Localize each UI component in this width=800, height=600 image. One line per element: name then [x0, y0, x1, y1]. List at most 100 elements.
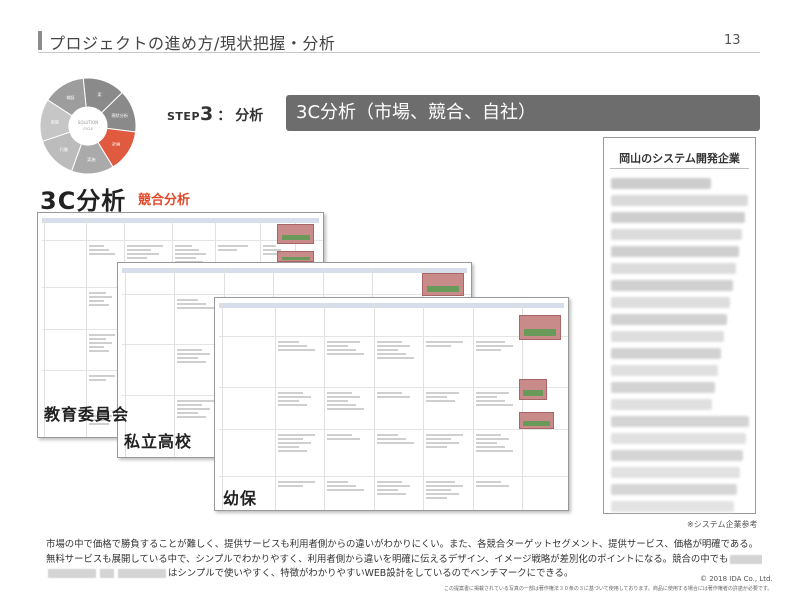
sheet-text-line [426, 485, 463, 487]
header-divider [38, 52, 760, 53]
sheet-text-line [377, 489, 398, 491]
sheet-text-line [476, 438, 509, 440]
redacted-company-entry [611, 314, 727, 325]
sheet-text-line [278, 485, 303, 487]
sheet-text-line [218, 249, 237, 251]
sheet-text-line [426, 497, 447, 499]
sheet-text-line [177, 357, 198, 359]
redacted-company-entry [611, 416, 749, 427]
sheet-text-line [327, 489, 364, 491]
sheet-text-line [377, 341, 402, 343]
sheet-text-line [218, 245, 248, 247]
sheet-text-line [175, 245, 192, 247]
sheet-text-line [278, 392, 303, 394]
step-number: 3 [200, 103, 214, 125]
sheet-text-line [89, 375, 115, 377]
sheet-header-band [219, 303, 564, 308]
sheet-text-line [476, 404, 513, 406]
sheet-text-line [377, 442, 414, 444]
redacted-company-name [100, 569, 114, 578]
sheet-text-line [377, 349, 398, 351]
sheet-label-kindergarten: 幼保 [223, 489, 258, 508]
sheet-text-line [89, 379, 106, 381]
sheet-text-line [89, 334, 115, 336]
sheet-text-line [278, 446, 299, 448]
company-list-title: 岡山のシステム開発企業 [619, 152, 740, 165]
sheet-grid-line [222, 303, 223, 510]
redacted-company-entry [611, 178, 711, 189]
summary-line-1: 市場の中で価格で勝負することが難しく、提供サービスも利用者側からの違いがわかりに… [46, 539, 759, 550]
cycle-segment-label: 現状分析 [111, 112, 128, 119]
redacted-company-entry [611, 433, 746, 444]
redacted-company-entry [611, 467, 740, 478]
sheet-thumbnail-kindergarten [214, 297, 569, 511]
sheet-text-line [426, 341, 463, 343]
sheet-text-line [177, 349, 202, 351]
step-label: STEP3：分析 [167, 103, 263, 125]
company-list-divider [610, 168, 749, 169]
sheet-text-line [377, 392, 402, 394]
redacted-company-entry [611, 263, 736, 274]
step-colon: ： [217, 108, 232, 124]
sheet-text-line [426, 489, 451, 491]
sheet-text-line [177, 361, 206, 363]
sheet-text-line [127, 245, 163, 247]
sheet-text-line [426, 345, 451, 347]
sheet-text-line [476, 392, 509, 394]
sheet-text-line [89, 342, 112, 344]
cycle-center-line2: CYCLE [83, 127, 93, 131]
step-prefix: STEP [167, 110, 201, 123]
sheet-text-line [327, 408, 364, 410]
sheet-text-line [327, 481, 348, 483]
sheet-text-line [426, 400, 455, 402]
reference-note: ※システム企業参考 [687, 520, 758, 529]
sheet-text-line [377, 345, 410, 347]
sheet-photo-thumbnail [277, 224, 314, 244]
sheet-text-line [426, 446, 447, 448]
sheet-text-line [476, 481, 501, 483]
sheet-grid-line [122, 294, 471, 295]
sheet-text-line [426, 438, 451, 440]
sheet-text-line [377, 438, 406, 440]
redacted-company-entry [611, 501, 734, 512]
redacted-company-entry [611, 348, 721, 359]
sheet-grid-line [219, 336, 568, 337]
sheet-text-line [127, 257, 147, 259]
redacted-company-entry [611, 246, 739, 257]
sheet-photo-thumbnail [519, 379, 547, 400]
sheet-text-line [177, 408, 210, 410]
sheet-text-line [476, 341, 505, 343]
section-banner: 3C分析（市場、競合、自社） [286, 95, 760, 131]
solution-cycle-diagram: 実現状分析計画実施 行動 実装 検証 SOLUTION CYCLE [39, 77, 137, 175]
redacted-company-entry [611, 399, 712, 410]
sheet-grid-line [423, 303, 424, 510]
cycle-segment-label: 実 [97, 91, 101, 98]
sheet-grid-line [374, 303, 375, 510]
sheet-text-line [377, 357, 414, 359]
redacted-company-entry [611, 297, 730, 308]
sheet-text-line [89, 253, 115, 255]
sheet-text-line [177, 412, 198, 414]
sheet-text-line [89, 300, 104, 302]
sheet-grid-line [219, 429, 568, 430]
sheet-text-line [177, 353, 210, 355]
sheet-text-line [278, 404, 307, 406]
sheet-text-line [327, 485, 356, 487]
sheet-text-line [377, 493, 406, 495]
sheet-text-line [89, 245, 104, 247]
sheet-text-line [175, 249, 199, 251]
sheet-text-line [278, 481, 315, 483]
sheet-text-line [177, 416, 206, 418]
sheet-text-line [476, 349, 501, 351]
sheet-text-line [327, 396, 360, 398]
sheet-text-line [327, 400, 348, 402]
sheet-grid-line [324, 303, 325, 510]
photo-usage-note: この提案書に掲載されている写真の一部は著作権法３０条の３に基づいて使用しておりま… [444, 586, 773, 592]
redacted-company-entry [611, 484, 737, 495]
sheet-text-line [175, 257, 196, 259]
redacted-company-entry [611, 212, 745, 223]
sheet-text-line [476, 450, 513, 452]
sheet-text-line [89, 346, 104, 348]
sheet-text-line [177, 303, 206, 305]
sheet-photo-thumbnail [277, 251, 314, 262]
